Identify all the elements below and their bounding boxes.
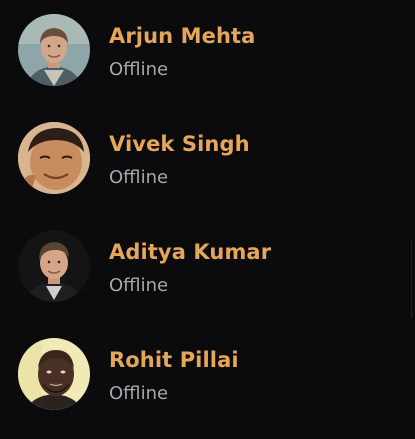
avatar-image xyxy=(18,14,90,86)
contact-status: Offline xyxy=(109,383,169,404)
avatar[interactable] xyxy=(18,14,90,86)
contact-item[interactable]: Arjun Mehta Offline xyxy=(0,6,410,96)
contact-status: Offline xyxy=(109,59,169,80)
avatar-image xyxy=(18,122,90,194)
avatar[interactable] xyxy=(18,338,90,410)
avatar[interactable] xyxy=(18,230,90,302)
contact-name[interactable]: Aditya Kumar xyxy=(109,240,271,264)
contact-status: Offline xyxy=(109,275,169,296)
contact-item[interactable]: Aditya Kumar Offline xyxy=(0,222,410,312)
contact-name[interactable]: Vivek Singh xyxy=(109,132,250,156)
avatar-image xyxy=(18,338,90,410)
contact-item[interactable]: Rohit Pillai Offline xyxy=(0,330,410,420)
scrollbar[interactable] xyxy=(411,240,415,318)
contact-status: Offline xyxy=(109,167,169,188)
avatar[interactable] xyxy=(18,122,90,194)
contact-name[interactable]: Arjun Mehta xyxy=(109,24,255,48)
avatar-image xyxy=(18,230,90,302)
contact-list: Arjun Mehta Offline Vivek Singh Offline xyxy=(0,0,415,439)
contact-name[interactable]: Rohit Pillai xyxy=(109,348,239,372)
contact-item[interactable]: Vivek Singh Offline xyxy=(0,114,410,204)
